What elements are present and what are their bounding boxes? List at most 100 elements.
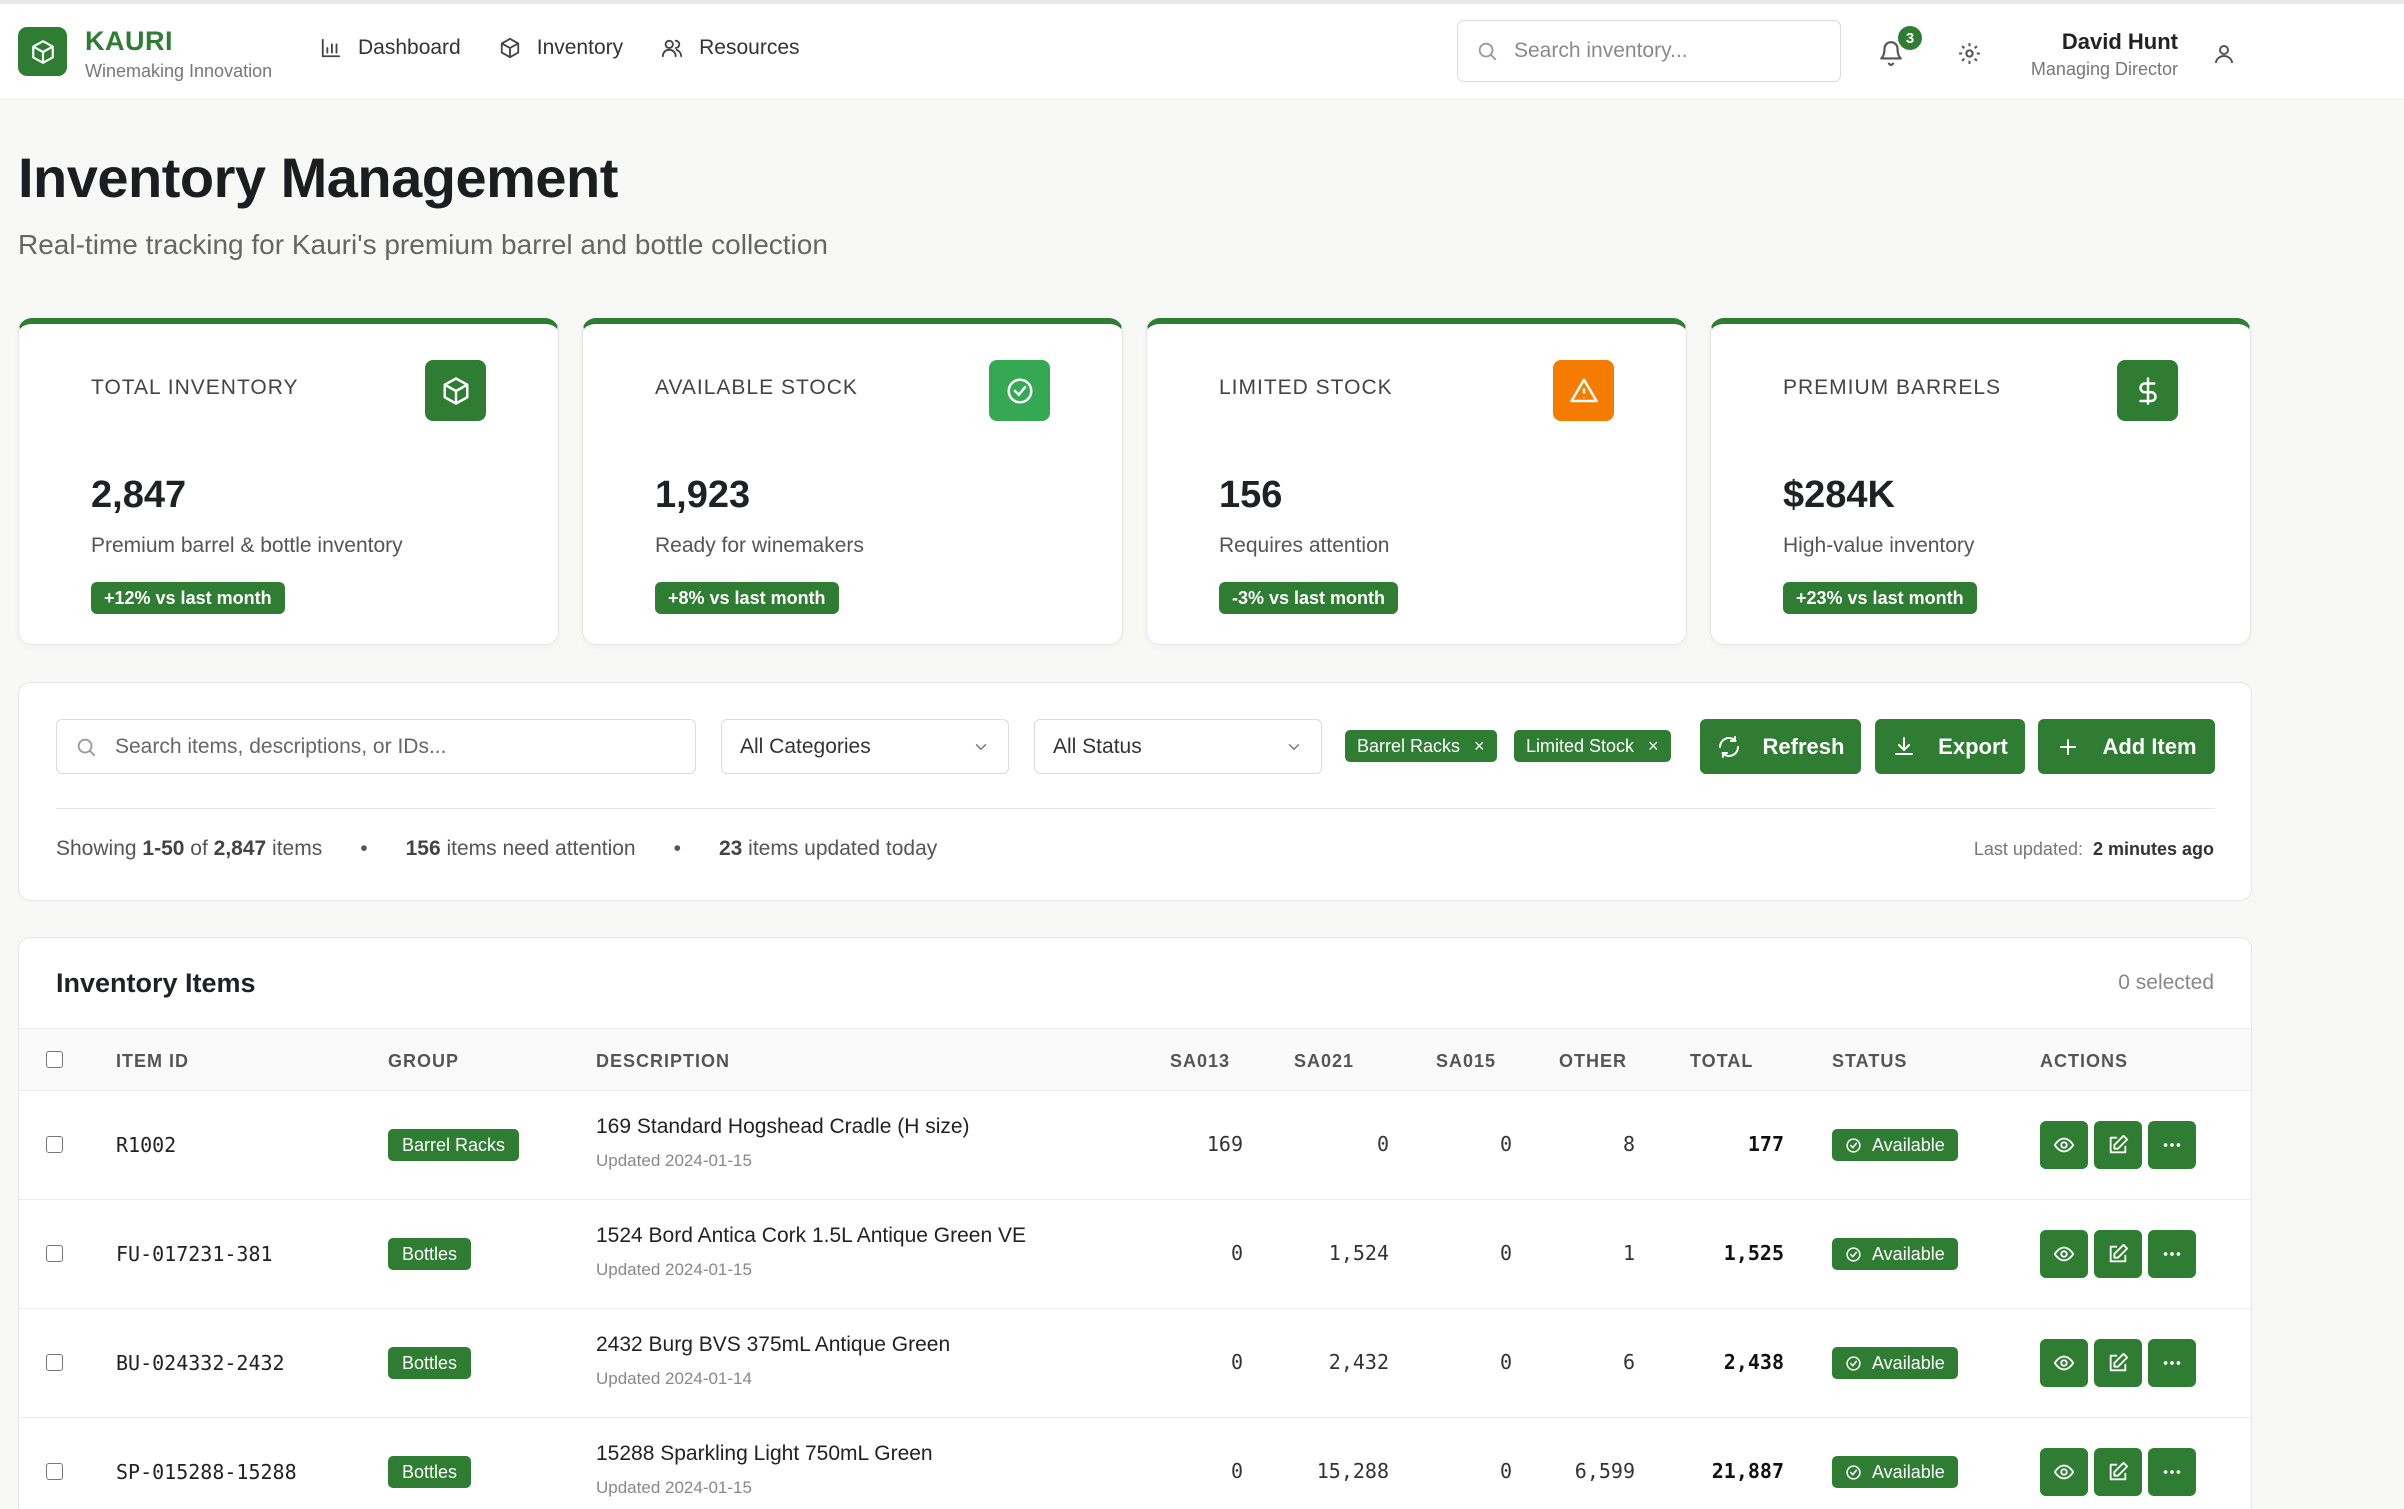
gear-icon[interactable] xyxy=(1957,41,1982,66)
status-select[interactable]: All Status xyxy=(1034,719,1322,774)
item-search-input[interactable] xyxy=(115,734,675,759)
item-id: R1002 xyxy=(116,1133,177,1157)
stat-label: TOTAL INVENTORY xyxy=(91,376,299,399)
table-row[interactable]: BU-024332-2432 Bottles 2432 Burg BVS 375… xyxy=(19,1309,2251,1418)
qty-sa015: 0 xyxy=(1499,1459,1512,1483)
export-button[interactable]: Export xyxy=(1875,719,2025,774)
separator-dot: • xyxy=(360,837,368,860)
showing-items: items xyxy=(272,837,323,860)
close-icon[interactable]: × xyxy=(1474,736,1485,757)
global-search-input[interactable] xyxy=(1514,39,1814,63)
view-button[interactable] xyxy=(2040,1339,2088,1387)
status-select-value: All Status xyxy=(1053,734,1142,758)
add-item-button[interactable]: Add Item xyxy=(2038,719,2215,774)
view-button[interactable] xyxy=(2040,1448,2088,1496)
stat-trend-badge: +12% vs last month xyxy=(91,582,285,614)
qty-sa013: 0 xyxy=(1230,1350,1243,1374)
refresh-icon xyxy=(1718,735,1739,758)
refresh-button[interactable]: Refresh xyxy=(1700,719,1861,774)
qty-total: 177 xyxy=(1747,1132,1784,1156)
stat-description: Requires attention xyxy=(1219,534,1390,557)
table-row[interactable]: SP-015288-15288 Bottles 15288 Sparkling … xyxy=(19,1418,2251,1509)
logo[interactable] xyxy=(18,27,67,76)
view-button[interactable] xyxy=(2040,1230,2088,1278)
more-icon xyxy=(2163,1470,2181,1474)
edit-icon xyxy=(2109,1243,2129,1263)
col-group[interactable]: GROUP xyxy=(388,1051,459,1072)
table-row[interactable]: FU-017231-381 Bottles 1524 Bord Antica C… xyxy=(19,1200,2251,1309)
qty-sa021: 2,432 xyxy=(1328,1350,1389,1374)
stat-icon-warning xyxy=(1553,360,1614,421)
brand-name: KAURI xyxy=(85,26,173,56)
more-icon xyxy=(2163,1361,2181,1365)
main-nav: Dashboard Inventory Resources xyxy=(320,36,800,60)
col-sa015[interactable]: SA015 xyxy=(1436,1051,1496,1072)
eye-icon xyxy=(2053,1355,2075,1371)
item-id: BU-024332-2432 xyxy=(116,1351,285,1375)
edit-button[interactable] xyxy=(2094,1448,2142,1496)
nav-dashboard-label: Dashboard xyxy=(358,36,461,59)
more-button[interactable] xyxy=(2148,1339,2196,1387)
select-all-checkbox[interactable] xyxy=(46,1051,63,1068)
close-icon[interactable]: × xyxy=(1648,736,1659,757)
status-label: Available xyxy=(1872,1352,1945,1373)
row-checkbox[interactable] xyxy=(46,1245,63,1262)
showing-of: of xyxy=(190,837,208,860)
showing-total: 2,847 xyxy=(213,837,267,860)
qty-sa013: 169 xyxy=(1206,1132,1243,1156)
stat-icon-dollar xyxy=(2117,360,2178,421)
col-item-id[interactable]: ITEM ID xyxy=(116,1051,189,1072)
category-select[interactable]: All Categories xyxy=(721,719,1009,774)
box-icon xyxy=(31,39,54,64)
global-search[interactable] xyxy=(1457,20,1841,82)
status-badge: Available xyxy=(1832,1129,1958,1161)
row-checkbox[interactable] xyxy=(46,1354,63,1371)
qty-other: 6,599 xyxy=(1574,1459,1635,1483)
plus-icon xyxy=(2060,738,2077,755)
page-title: Inventory Management xyxy=(18,146,618,209)
nav-inventory-label: Inventory xyxy=(536,36,624,59)
col-sa021[interactable]: SA021 xyxy=(1294,1051,1354,1072)
col-description[interactable]: DESCRIPTION xyxy=(596,1051,730,1072)
group-badge: Bottles xyxy=(388,1347,472,1379)
col-total[interactable]: TOTAL xyxy=(1690,1051,1753,1072)
row-checkbox[interactable] xyxy=(46,1136,63,1153)
table-row[interactable]: R1002 Barrel Racks 169 Standard Hogshead… xyxy=(19,1091,2251,1200)
qty-other: 6 xyxy=(1622,1350,1635,1374)
check-circle-icon xyxy=(1846,1464,1861,1480)
qty-sa015: 0 xyxy=(1499,1132,1512,1156)
nav-dashboard[interactable]: Dashboard xyxy=(320,36,461,60)
view-button[interactable] xyxy=(2040,1121,2088,1169)
nav-resources[interactable]: Resources xyxy=(661,36,800,60)
edit-icon xyxy=(2109,1134,2129,1154)
download-icon xyxy=(1895,736,1914,755)
more-button[interactable] xyxy=(2148,1448,2196,1496)
user-role: Managing Director xyxy=(2030,59,2178,79)
col-status[interactable]: STATUS xyxy=(1832,1051,1907,1072)
stat-value: 156 xyxy=(1219,474,1283,516)
qty-other: 1 xyxy=(1622,1241,1635,1265)
edit-button[interactable] xyxy=(2094,1230,2142,1278)
stat-label: AVAILABLE STOCK xyxy=(655,376,858,399)
col-sa013[interactable]: SA013 xyxy=(1170,1051,1230,1072)
chevron-down-icon xyxy=(975,743,987,750)
app-header: KAURI Winemaking Innovation Dashboard In… xyxy=(0,4,2404,100)
qty-total: 2,438 xyxy=(1723,1350,1784,1374)
filter-panel: All Categories All Status Barrel Racks ×… xyxy=(18,682,2252,901)
more-button[interactable] xyxy=(2148,1121,2196,1169)
item-description: 15288 Sparkling Light 750mL Green xyxy=(596,1442,933,1465)
status-badge: Available xyxy=(1832,1238,1958,1270)
more-button[interactable] xyxy=(2148,1230,2196,1278)
stat-icon-check xyxy=(989,360,1050,421)
status-badge: Available xyxy=(1832,1456,1958,1488)
col-other[interactable]: OTHER xyxy=(1559,1051,1627,1072)
box-icon xyxy=(443,376,468,405)
nav-inventory[interactable]: Inventory xyxy=(499,36,623,60)
edit-button[interactable] xyxy=(2094,1121,2142,1169)
row-checkbox[interactable] xyxy=(46,1463,63,1480)
edit-button[interactable] xyxy=(2094,1339,2142,1387)
stat-description: Ready for winemakers xyxy=(655,534,864,557)
user-icon[interactable] xyxy=(2212,42,2236,66)
item-search[interactable] xyxy=(56,719,696,774)
status-label: Available xyxy=(1872,1134,1945,1155)
